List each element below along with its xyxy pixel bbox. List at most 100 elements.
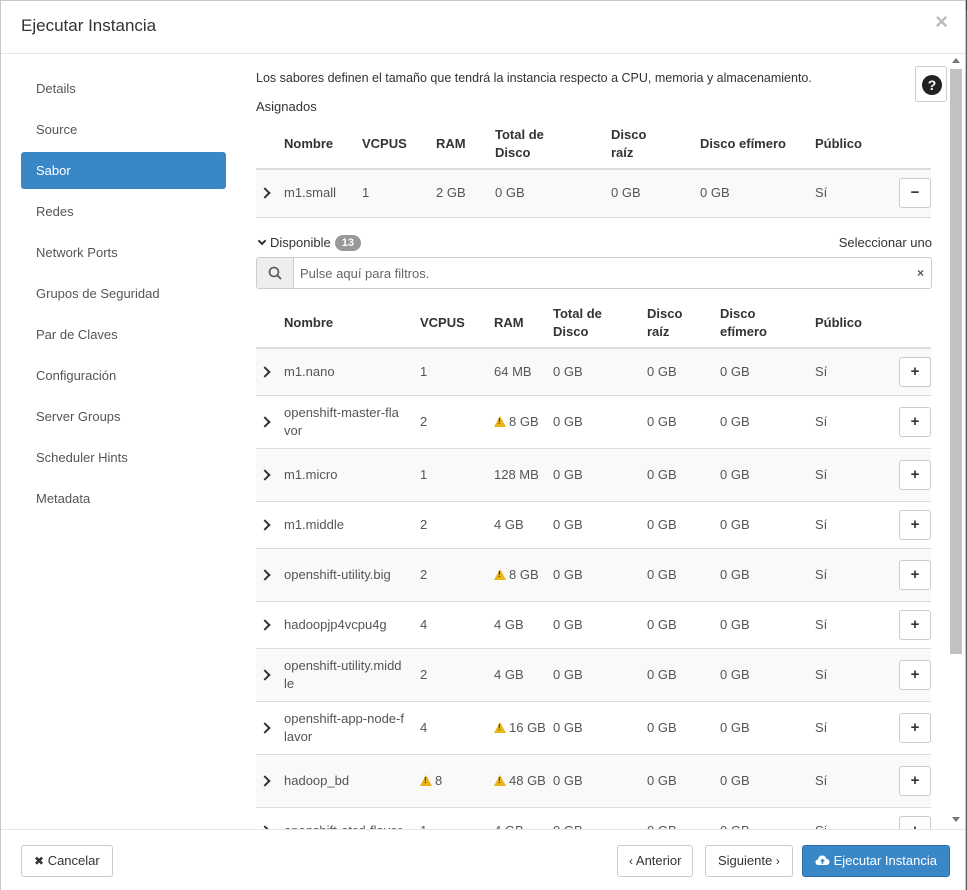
table-row[interactable]: openshift-master-fla vor 2 8 GB 0 GB 0 GB 0 G… bbox=[256, 395, 931, 448]
col-header: Nombre bbox=[284, 119, 362, 170]
public-value: Sí bbox=[815, 185, 828, 201]
remove-flavor-button[interactable]: − bbox=[899, 178, 931, 209]
sidebar-item-source[interactable]: Source bbox=[21, 111, 226, 148]
add-flavor-button[interactable]: + bbox=[899, 765, 931, 796]
chevron-right-icon[interactable] bbox=[259, 774, 271, 787]
table-row[interactable]: hadoopjp4vcpu4g 4 4 GB 0 GB 0 GB 0 GB Sí + bbox=[256, 601, 931, 648]
col-header: Disco raíz bbox=[611, 119, 700, 170]
sidebar-item-server-groups[interactable]: Server Groups bbox=[21, 398, 226, 435]
root-disk-value: 0 GB bbox=[647, 616, 677, 632]
root-disk-value: 0 GB bbox=[647, 363, 677, 379]
table-row[interactable]: m1.small 1 2 GB 0 GB 0 GB 0 GB Sí − bbox=[256, 169, 931, 217]
sidebar-item-details[interactable]: Details bbox=[21, 70, 226, 107]
add-flavor-button[interactable]: + bbox=[899, 559, 931, 590]
chevron-right-icon[interactable] bbox=[259, 721, 271, 734]
vcpus-value: 1 bbox=[420, 363, 428, 379]
available-table: Nombre VCPUS RAM Total de Disco Disco ra… bbox=[256, 299, 931, 829]
table-row[interactable]: openshift-app-node-f lavor 4 16 GB 0 GB 0 GB… bbox=[256, 701, 931, 754]
add-flavor-button[interactable]: + bbox=[899, 659, 931, 690]
total-disk-value: 0 GB bbox=[553, 566, 583, 582]
chevron-left-icon: ‹ bbox=[629, 854, 633, 868]
table-row[interactable]: openshift-etcd-flavor14 GB0 GB0 GB0 GBSí… bbox=[256, 807, 931, 829]
available-label: Disponible bbox=[270, 235, 331, 250]
ram-value: 16 GB bbox=[509, 719, 546, 735]
available-toggle[interactable]: Disponible 13 bbox=[256, 235, 361, 251]
add-flavor-button[interactable]: + bbox=[899, 459, 931, 490]
table-row[interactable]: openshift-utility.big 2 8 GB 0 GB 0 GB 0 GB Sí… bbox=[256, 548, 931, 601]
flavor-name: m1.nano bbox=[284, 363, 335, 379]
vcpus-value: 4 bbox=[420, 719, 428, 735]
cancel-button[interactable]: ✖ Cancelar bbox=[21, 845, 113, 877]
sidebar-item-network-ports[interactable]: Network Ports bbox=[21, 234, 226, 271]
total-disk-value: 0 GB bbox=[553, 516, 583, 532]
launch-instance-button[interactable]: Ejecutar Instancia bbox=[802, 845, 950, 877]
col-header: RAM bbox=[436, 119, 495, 170]
table-row[interactable]: m1.micro 1 128 MB 0 GB 0 GB 0 GB Sí + bbox=[256, 448, 931, 501]
ephemeral-disk-value: 0 GB bbox=[720, 566, 750, 582]
ram-value: 64 MB bbox=[494, 363, 532, 379]
scrollbar-thumb[interactable] bbox=[950, 69, 962, 654]
chevron-right-icon[interactable] bbox=[259, 468, 271, 481]
table-row[interactable]: m1.nano 1 64 MB 0 GB 0 GB 0 GB Sí + bbox=[256, 348, 931, 395]
root-disk-value: 0 GB bbox=[647, 413, 677, 429]
add-flavor-button[interactable]: + bbox=[899, 609, 931, 640]
sidebar-item-redes[interactable]: Redes bbox=[21, 193, 226, 230]
flavor-name: hadoopjp4vcpu4g bbox=[284, 616, 387, 632]
add-flavor-button[interactable]: + bbox=[899, 815, 931, 829]
scroll-down-icon[interactable] bbox=[952, 817, 960, 822]
chevron-right-icon[interactable] bbox=[259, 518, 271, 531]
sidebar-item-par-de-claves[interactable]: Par de Claves bbox=[21, 316, 226, 353]
table-row[interactable]: m1.middle 2 4 GB 0 GB 0 GB 0 GB Sí + bbox=[256, 501, 931, 548]
add-flavor-button[interactable]: + bbox=[899, 509, 931, 540]
ram-value: 4 GB bbox=[494, 666, 524, 682]
chevron-right-icon[interactable] bbox=[259, 618, 271, 631]
scroll-up-icon[interactable] bbox=[952, 58, 960, 63]
ephemeral-disk-value: 0 GB bbox=[720, 413, 750, 429]
chevron-right-icon[interactable] bbox=[259, 366, 271, 378]
public-value: Sí bbox=[815, 516, 828, 532]
public-value: Sí bbox=[815, 772, 828, 788]
select-one-hint: Seleccionar uno bbox=[838, 235, 932, 250]
modal-footer: ✖ Cancelar ‹ Anterior Siguiente › Ejecut… bbox=[1, 829, 965, 890]
chevron-right-icon[interactable] bbox=[259, 668, 271, 681]
col-header: Disco efímero bbox=[700, 119, 815, 170]
ephemeral-disk-value: 0 GB bbox=[720, 719, 750, 735]
filter-input[interactable] bbox=[300, 263, 900, 283]
clear-filter-icon[interactable]: × bbox=[917, 266, 924, 280]
next-button[interactable]: Siguiente › bbox=[705, 845, 793, 877]
table-row[interactable]: hadoop_bd 8 48 GB 0 GB 0 GB 0 GB Sí + bbox=[256, 754, 931, 807]
ephemeral-disk-value: 0 GB bbox=[720, 363, 750, 379]
public-value: Sí bbox=[815, 466, 828, 482]
ram-value: 8 GB bbox=[509, 413, 539, 429]
total-disk-value: 0 GB bbox=[553, 363, 583, 379]
chevron-right-icon[interactable] bbox=[259, 568, 271, 581]
total-disk-value: 0 GB bbox=[553, 466, 583, 482]
warning-icon bbox=[420, 774, 432, 786]
table-row[interactable]: openshift-utility.midd le 2 4 GB 0 GB 0 GB 0 … bbox=[256, 648, 931, 701]
total-disk-value: 0 GB bbox=[553, 616, 583, 632]
sidebar-item-sabor[interactable]: Sabor bbox=[21, 152, 226, 189]
cloud-upload-icon bbox=[815, 855, 830, 865]
add-flavor-button[interactable]: + bbox=[899, 406, 931, 437]
vcpus-value: 2 bbox=[420, 566, 428, 582]
warning-icon bbox=[494, 415, 506, 427]
chevron-right-icon[interactable] bbox=[259, 415, 271, 428]
public-value: Sí bbox=[815, 363, 828, 379]
sidebar-item-configuraci-n[interactable]: Configuración bbox=[21, 357, 226, 394]
col-header: Disco raíz bbox=[647, 299, 720, 349]
add-flavor-button[interactable]: + bbox=[899, 712, 931, 743]
sidebar-item-grupos-de-seguridad[interactable]: Grupos de Seguridad bbox=[21, 275, 226, 312]
previous-button[interactable]: ‹ Anterior bbox=[617, 845, 694, 877]
warning-icon bbox=[494, 568, 506, 580]
flavor-name: openshift-utility.big bbox=[284, 566, 391, 582]
total-disk-value: 0 GB bbox=[553, 719, 583, 735]
vcpus-value: 8 bbox=[435, 772, 443, 788]
sidebar-item-metadata[interactable]: Metadata bbox=[21, 480, 226, 517]
close-icon[interactable]: × bbox=[935, 11, 948, 33]
total-disk-value: 0 GB bbox=[553, 666, 583, 682]
root-disk-value: 0 GB bbox=[647, 516, 677, 532]
chevron-right-icon[interactable] bbox=[259, 187, 271, 199]
add-flavor-button[interactable]: + bbox=[899, 356, 931, 387]
ram-value: 4 GB bbox=[494, 516, 524, 532]
sidebar-item-scheduler-hints[interactable]: Scheduler Hints bbox=[21, 439, 226, 476]
